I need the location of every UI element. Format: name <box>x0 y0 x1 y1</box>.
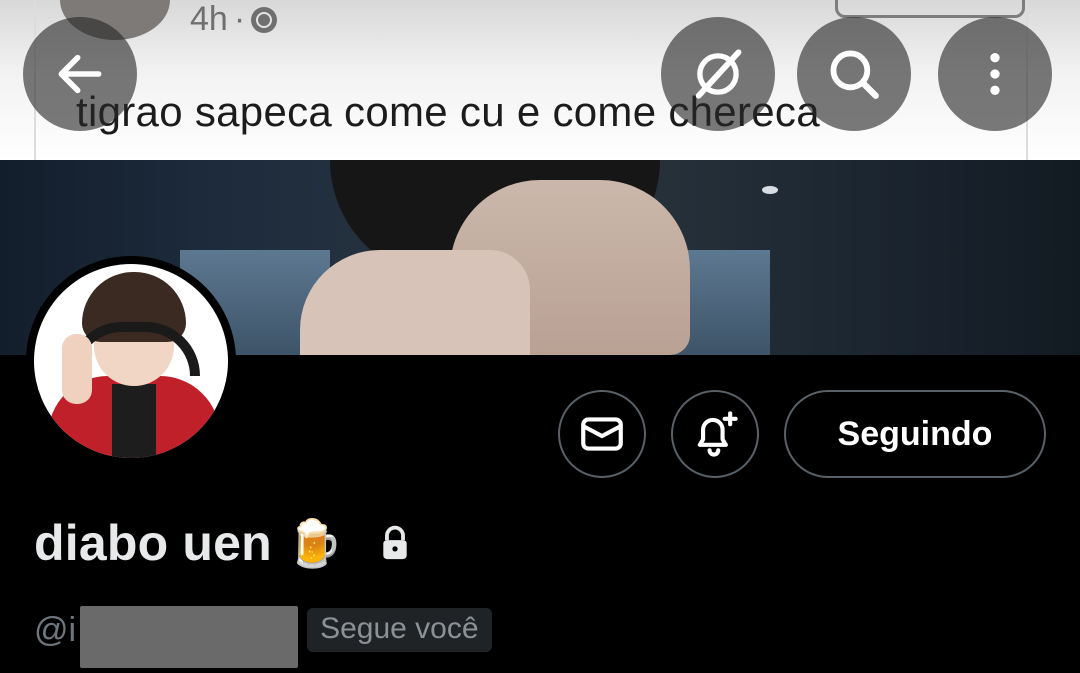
embedded-post-button-outline <box>835 0 1025 18</box>
grok-button[interactable] <box>661 17 775 131</box>
handle-text: @i <box>34 610 77 649</box>
avatar-shirt <box>112 384 156 458</box>
profile-avatar[interactable] <box>26 256 236 466</box>
lock-icon <box>383 525 407 560</box>
beer-emoji: 🍺 <box>285 517 344 569</box>
notifications-button[interactable] <box>671 390 759 478</box>
arrow-left-icon <box>58 54 102 94</box>
banner-screenshot-area: 4h · tigrao sapeca come cu e come cherec… <box>0 0 1080 160</box>
following-button[interactable]: Seguindo <box>784 390 1046 478</box>
embedded-post-time: 4h <box>190 0 228 38</box>
display-name: diabo uen <box>34 515 272 571</box>
more-options-button[interactable] <box>938 17 1052 131</box>
avatar-image <box>34 264 228 458</box>
avatar-hand <box>62 334 92 404</box>
globe-icon <box>251 6 278 33</box>
handle-row: @i Segue você <box>34 606 492 668</box>
mail-icon <box>581 417 623 451</box>
search-icon <box>830 50 879 99</box>
redacted-handle <box>80 606 299 668</box>
embedded-post-meta: 4h · <box>190 0 278 39</box>
message-button[interactable] <box>558 390 646 478</box>
photo-hand <box>300 250 530 355</box>
grok-icon <box>695 49 742 99</box>
display-name-row: diabo uen 🍺 <box>34 514 413 572</box>
more-vertical-icon <box>990 53 1000 95</box>
photo-lamp <box>762 186 778 194</box>
bell-plus-icon <box>697 411 738 457</box>
follows-you-badge: Segue você <box>307 608 492 652</box>
back-button[interactable] <box>23 17 137 131</box>
embedded-post-separator: · <box>233 0 246 38</box>
search-button[interactable] <box>797 17 911 131</box>
